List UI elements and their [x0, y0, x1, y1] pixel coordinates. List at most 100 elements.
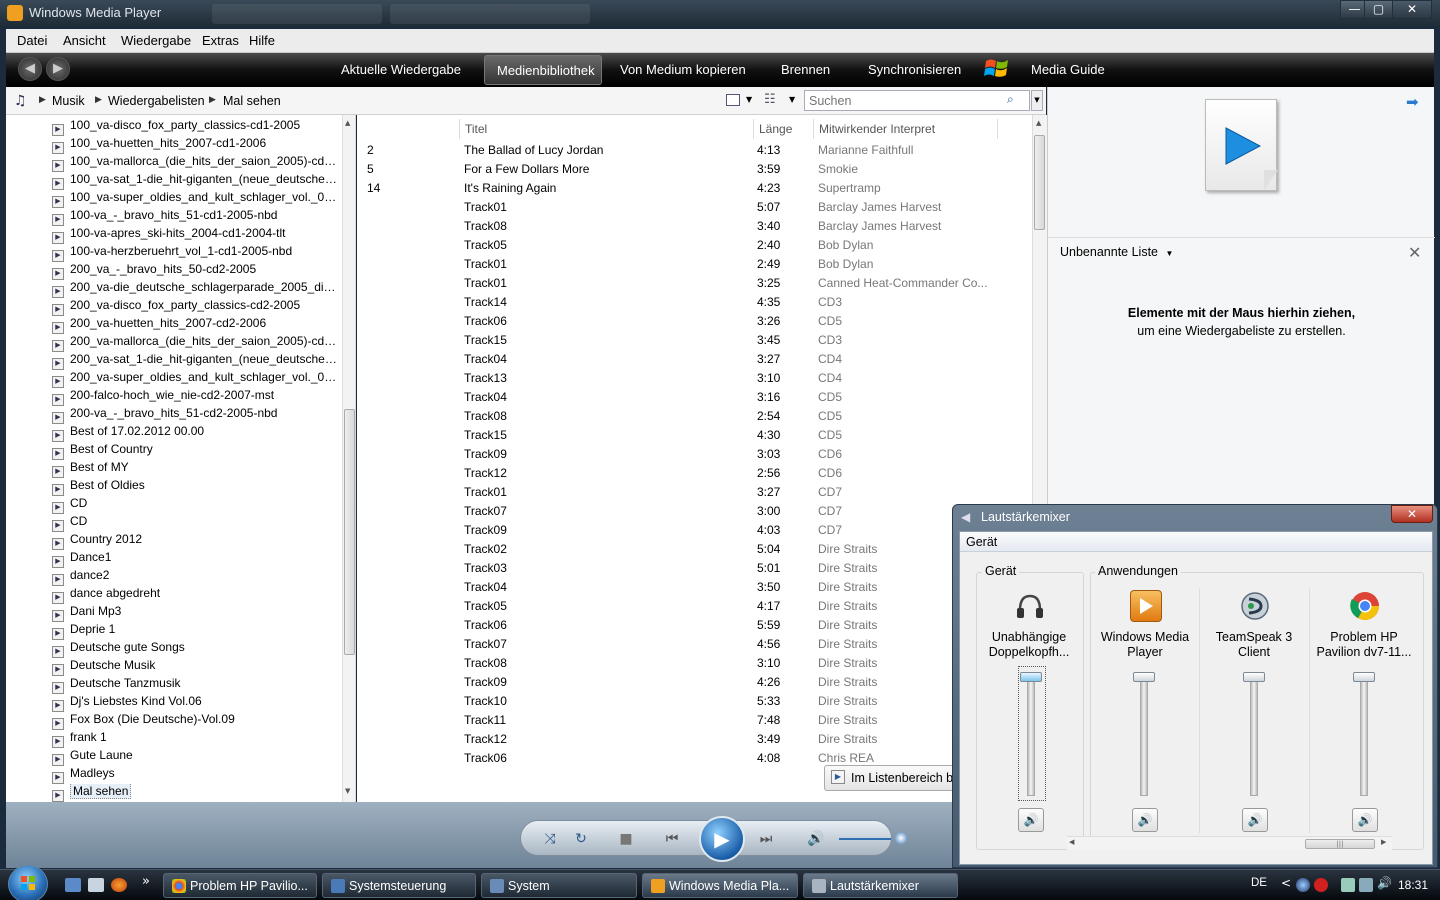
track-row[interactable]: Track06 3:26 CD5 [357, 312, 1032, 331]
search-dropdown-icon[interactable]: ▼ [1031, 90, 1043, 111]
track-row[interactable]: Track12 3:49 Dire Straits [357, 730, 1032, 749]
tab-now-playing[interactable]: Aktuelle Wiedergabe [341, 62, 461, 77]
track-row[interactable]: Track06 5:59 Dire Straits [357, 616, 1032, 635]
previous-icon[interactable]: ⏮ [661, 829, 683, 849]
tab-burn[interactable]: Brennen [781, 62, 830, 77]
playlist-item[interactable]: ▶ Best of MY [52, 460, 342, 478]
connection-icon[interactable] [1359, 878, 1373, 892]
track-row[interactable]: Track15 3:45 CD3 [357, 331, 1032, 350]
playlist-item[interactable]: ▶ Fox Box (Die Deutsche)-Vol.09 [52, 712, 342, 730]
track-scroll-thumb[interactable] [1034, 135, 1045, 230]
layout-options-icon[interactable] [726, 94, 740, 106]
wmp-volume-knob[interactable] [1133, 672, 1155, 682]
teamspeak-volume-knob[interactable] [1243, 672, 1265, 682]
playlist-item[interactable]: ▶ 200_va_-_bravo_hits_50-cd2-2005 [52, 262, 342, 280]
search-input[interactable] [805, 91, 995, 110]
track-row[interactable]: Track02 5:04 Dire Straits [357, 540, 1032, 559]
playlist-item[interactable]: ▶ CD [52, 514, 342, 532]
chrome-volume-knob[interactable] [1353, 672, 1375, 682]
scroll-down-icon[interactable]: ▼ [345, 787, 350, 795]
column-header-artist[interactable]: Mitwirkender Interpret [819, 122, 935, 136]
playlist-item[interactable]: ▶ Dj's Liebstes Kind Vol.06 [52, 694, 342, 712]
language-indicator[interactable]: DE [1251, 877, 1267, 889]
track-row[interactable]: Track01 2:49 Bob Dylan [357, 255, 1032, 274]
teamspeak-mute-button[interactable]: 🔊 [1242, 808, 1268, 832]
playlist-item[interactable]: ▶ Gute Laune [52, 748, 342, 766]
tab-media-guide[interactable]: Media Guide [1031, 62, 1105, 77]
playlist-item[interactable]: ▶ 100_va-huetten_hits_2007-cd1-2006 [52, 136, 342, 154]
menu-ansicht[interactable]: Ansicht [63, 33, 106, 48]
playlist-item[interactable]: ▶ Mal sehen [52, 784, 342, 802]
track-row[interactable]: Track09 4:03 CD7 [357, 521, 1032, 540]
breadcrumb-separator[interactable]: ▶ [209, 95, 216, 105]
track-row[interactable]: Track01 3:27 CD7 [357, 483, 1032, 502]
track-row[interactable]: Track04 3:27 CD4 [357, 350, 1032, 369]
playlist-item[interactable]: ▶ 100_va-sat_1-die_hit-giganten_(neue_deu… [52, 172, 342, 190]
shuffle-icon[interactable]: ⤨ [539, 829, 561, 849]
mixer-hscrollbar[interactable]: ◀ ||| ▶ [1067, 836, 1392, 850]
track-row[interactable]: Track08 2:54 CD5 [357, 407, 1032, 426]
playlist-item[interactable]: ▶ 200_va-super_oldies_and_kult_schlager_v… [52, 370, 342, 388]
next-icon[interactable]: ⏭ [755, 829, 777, 849]
taskbar-item-system[interactable]: System [481, 873, 637, 898]
chrome-mute-button[interactable]: 🔊 [1352, 808, 1378, 832]
playlist-item[interactable]: ▶ 200-falco-hoch_wie_nie-cd2-2007-mst [52, 388, 342, 406]
chevron-down-icon[interactable]: ▼ [746, 95, 752, 104]
device-volume-track[interactable] [1027, 676, 1035, 796]
clock[interactable]: 18:31 [1398, 878, 1428, 892]
column-header-length[interactable]: Länge [759, 122, 792, 136]
device-mute-button[interactable]: 🔊 [1018, 808, 1044, 832]
volume-tray-icon[interactable]: 🔊 [1377, 876, 1392, 890]
playlist-item[interactable]: ▶ dance abgedreht [52, 586, 342, 604]
taskbar-item-chrome[interactable]: Problem HP Pavilio... [163, 873, 317, 898]
antivirus-icon[interactable] [1314, 878, 1328, 892]
track-row[interactable]: 2 The Ballad of Lucy Jordan 4:13 Marianne F… [357, 141, 1032, 160]
track-row[interactable]: Track09 3:03 CD6 [357, 445, 1032, 464]
network-icon[interactable] [1296, 878, 1310, 892]
playlist-item[interactable]: ▶ 200_va-sat_1-die_hit-giganten_(neue_deu… [52, 352, 342, 370]
playlist-item[interactable]: ▶ Best of 17.02.2012 00.00 [52, 424, 342, 442]
track-row[interactable]: Track05 2:40 Bob Dylan [357, 236, 1032, 255]
track-row[interactable]: Track13 3:10 CD4 [357, 369, 1032, 388]
scroll-right-icon[interactable]: ▶ [1381, 838, 1386, 846]
playlist-item[interactable]: ▶ Deutsche gute Songs [52, 640, 342, 658]
taskbar-item-control-panel[interactable]: Systemsteuerung [322, 873, 476, 898]
track-row[interactable]: 14 It's Raining Again 4:23 Supertramp [357, 179, 1032, 198]
track-row[interactable]: Track09 4:26 Dire Straits [357, 673, 1032, 692]
stop-icon[interactable]: ■ [615, 829, 637, 849]
menu-wiedergabe[interactable]: Wiedergabe [121, 33, 191, 48]
volume-icon[interactable]: 🔊 [805, 829, 827, 849]
column-separator[interactable] [459, 119, 460, 139]
menu-datei[interactable]: Datei [17, 33, 47, 48]
start-button[interactable] [8, 865, 48, 900]
track-row[interactable]: Track04 3:16 CD5 [357, 388, 1032, 407]
breadcrumb-separator[interactable]: ▶ [39, 95, 46, 105]
chevron-down-icon[interactable]: ▼ [1165, 249, 1173, 258]
chevron-down-icon[interactable]: ▼ [789, 95, 795, 104]
mixer-close-button[interactable]: ✕ [1391, 505, 1433, 523]
column-separator[interactable] [753, 119, 754, 139]
track-row[interactable]: Track15 4:30 CD5 [357, 426, 1032, 445]
list-name[interactable]: Unbenannte Liste ▼ [1060, 245, 1173, 259]
clear-list-icon[interactable]: ✕ [1408, 243, 1421, 262]
mixer-scroll-thumb[interactable]: ||| [1305, 839, 1375, 849]
track-row[interactable]: Track10 5:33 Dire Straits [357, 692, 1032, 711]
playlist-item[interactable]: ▶ 100-va-herzberuehrt_vol_1-cd1-2005-nbd [52, 244, 342, 262]
playlist-item[interactable]: ▶ 200_va-huetten_hits_2007-cd2-2006 [52, 316, 342, 334]
playlist-item[interactable]: ▶ 100-va_-_bravo_hits_51-cd1-2005-nbd [52, 208, 342, 226]
menu-hilfe[interactable]: Hilfe [249, 33, 275, 48]
switch-windows-icon[interactable] [88, 878, 104, 892]
playlist-item[interactable]: ▶ Deutsche Musik [52, 658, 342, 676]
track-row[interactable]: Track04 3:50 Dire Straits [357, 578, 1032, 597]
playlist-item[interactable]: ▶ Dance1 [52, 550, 342, 568]
playlist-item[interactable]: ▶ Best of Oldies [52, 478, 342, 496]
playlist-item[interactable]: ▶ 100-va-apres_ski-hits_2004-cd1-2004-tlt [52, 226, 342, 244]
taskbar-item-mixer[interactable]: Lautstärkemixer [803, 873, 958, 898]
wmp-volume-track[interactable] [1140, 676, 1148, 796]
track-row[interactable]: Track05 4:17 Dire Straits [357, 597, 1032, 616]
playlist-item[interactable]: ▶ 200_va-disco_fox_party_classics-cd2-200… [52, 298, 342, 316]
repeat-icon[interactable]: ↻ [570, 829, 592, 849]
breadcrumb-playlists[interactable]: Wiedergabelisten [108, 94, 205, 108]
tab-sync[interactable]: Synchronisieren [868, 62, 961, 77]
column-separator[interactable] [997, 119, 998, 139]
